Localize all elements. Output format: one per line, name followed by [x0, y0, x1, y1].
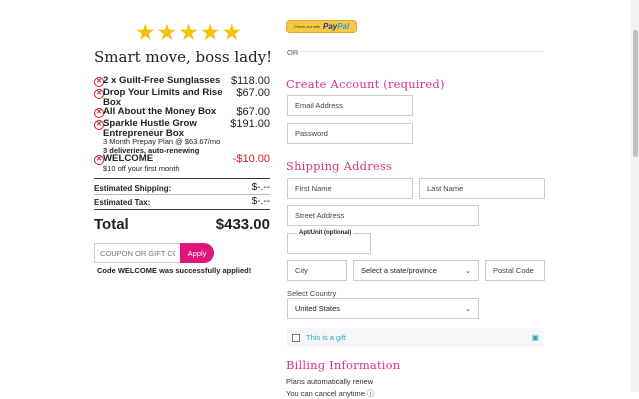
- apply-coupon-button[interactable]: Apply: [180, 243, 214, 263]
- divider: [94, 194, 270, 195]
- first-name-field[interactable]: First Name: [287, 178, 413, 199]
- shipping-row: Estimated Shipping: $-.--: [94, 182, 270, 193]
- summary-headline: Smart move, boss lady!: [94, 48, 273, 66]
- cart-item-price: $67.00: [236, 106, 270, 118]
- country-label: Select Country: [287, 289, 337, 298]
- discount-description: $10 off your first month: [103, 164, 180, 173]
- chevron-down-icon: ⌄: [465, 305, 471, 313]
- paypal-checkout-text: Check out with: [293, 24, 320, 29]
- state-select[interactable]: Select a state/province ⌄: [353, 260, 479, 281]
- city-field[interactable]: City: [287, 260, 347, 281]
- gift-label[interactable]: This is a gift: [306, 333, 346, 342]
- cart-item-name: All About the Money Box: [103, 106, 217, 117]
- plans-renew-text: Plans automatically renew: [286, 377, 374, 386]
- paypal-checkout-button[interactable]: Check out with PayPal: [286, 20, 357, 33]
- total-value: $433.00: [215, 216, 270, 233]
- paypal-logo: PayPal: [322, 22, 350, 31]
- apt-unit-field[interactable]: [287, 233, 371, 254]
- gift-option-row: This is a gift ▣: [287, 328, 544, 347]
- cancel-anytime-text: You can cancel anytime ⓘ: [286, 389, 375, 398]
- country-select[interactable]: United States ⌄: [287, 298, 479, 319]
- cart-item-name: Sparkle Hustle Grow Entrepreneur Box: [103, 118, 197, 139]
- coupon-success-message: Code WELCOME was successfully applied!: [97, 266, 252, 275]
- cart-item-name: 2 x Guilt-Free Sunglasses: [103, 75, 221, 86]
- apt-unit-label: Apt/Unit (optional): [297, 230, 354, 236]
- street-address-field[interactable]: Street Address: [287, 205, 479, 226]
- rating-stars: ★★★★★: [135, 19, 244, 45]
- shipping-label: Estimated Shipping:: [94, 184, 172, 193]
- tax-row: Estimated Tax: $-.--: [94, 196, 270, 207]
- last-name-field[interactable]: Last Name: [419, 178, 545, 199]
- cart-item-price: $67.00: [236, 87, 270, 99]
- or-divider-line: [300, 51, 544, 52]
- gift-checkbox[interactable]: [292, 333, 300, 342]
- cart-item-price: $118.00: [231, 75, 270, 87]
- shipping-value: $-.--: [251, 182, 270, 193]
- state-select-value: Select a state/province: [361, 266, 437, 275]
- divider: [94, 209, 270, 210]
- discount-code-name: WELCOME: [103, 153, 154, 164]
- shipping-address-heading: Shipping Address: [286, 159, 393, 173]
- cart-item-price: $191.00: [230, 118, 270, 130]
- cart-item: ✕ Sparkle Hustle Grow Entrepreneur Box $…: [94, 119, 270, 157]
- or-divider-label: OR: [287, 48, 299, 57]
- total-row: Total $433.00: [94, 216, 270, 233]
- cart-item-name: Drop Your Limits and Rise Box: [103, 87, 223, 108]
- gift-icon: ▣: [531, 333, 539, 342]
- tax-value: $-.--: [251, 196, 270, 207]
- divider: [94, 178, 270, 179]
- discount-item: ✕ WELCOME -$10.00 $10 off your first mon…: [94, 154, 270, 174]
- email-field[interactable]: Email Address: [287, 95, 413, 116]
- scrollbar-thumb[interactable]: [633, 30, 638, 157]
- tax-label: Estimated Tax:: [94, 198, 151, 207]
- total-label: Total: [94, 216, 129, 233]
- billing-information-heading: Billing Information: [286, 358, 401, 372]
- password-field[interactable]: Password: [287, 123, 413, 144]
- chevron-down-icon: ⌄: [465, 267, 471, 275]
- help-icon[interactable]: ⓘ: [367, 389, 375, 398]
- coupon-input[interactable]: [94, 243, 180, 263]
- create-account-heading: Create Account (required): [286, 77, 445, 91]
- country-select-value: United States: [295, 304, 341, 313]
- postal-code-field[interactable]: Postal Code: [485, 260, 545, 281]
- discount-amount: -$10.00: [232, 153, 270, 165]
